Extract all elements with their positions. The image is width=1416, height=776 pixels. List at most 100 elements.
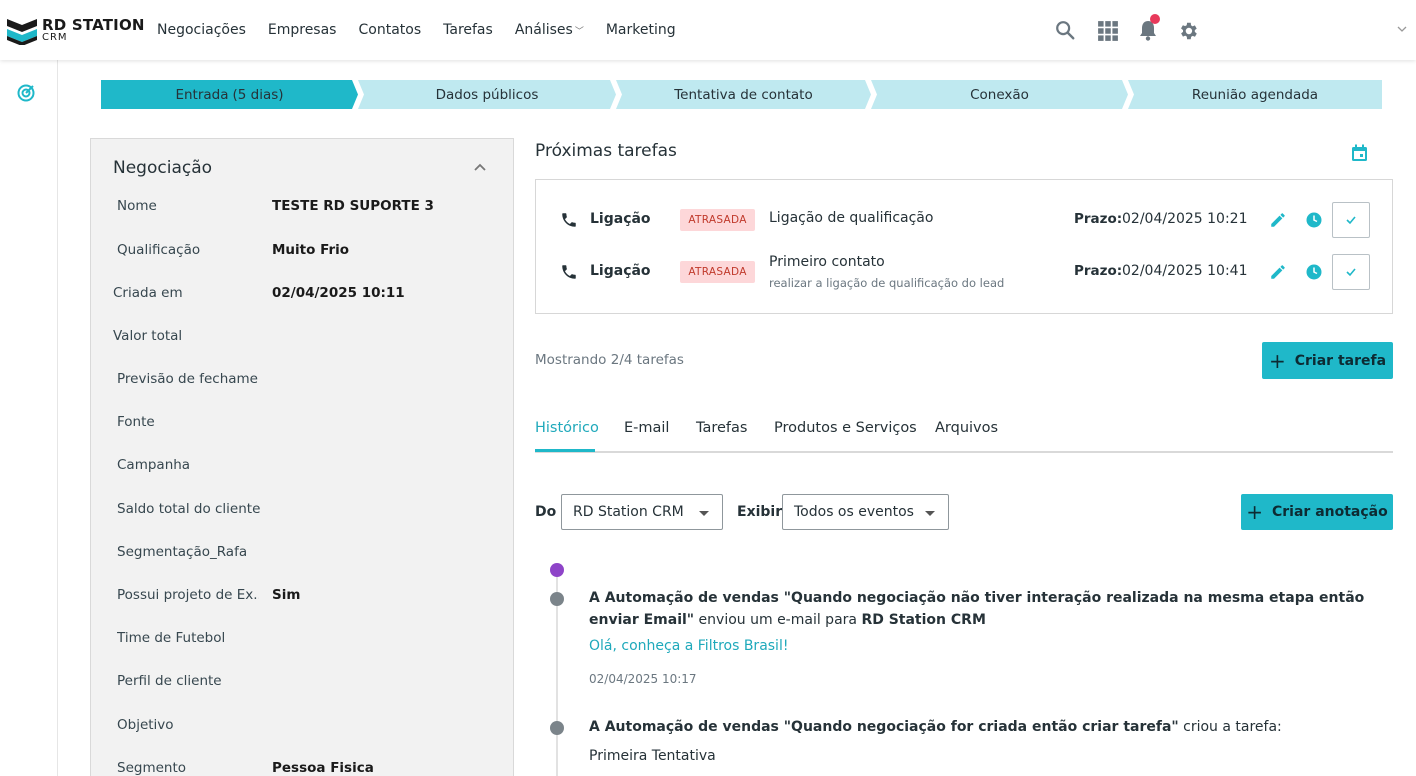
timeline-dot-current [550, 563, 564, 577]
notifications-button[interactable] [1138, 14, 1160, 41]
complete-task-button[interactable] [1332, 254, 1370, 290]
dropdown-arrow-icon [925, 511, 935, 516]
show-filter-label: Exibir [737, 504, 783, 520]
dropdown-arrow-icon [699, 511, 709, 516]
collapse-chevron-icon[interactable] [473, 161, 487, 175]
due-date: 02/04/2025 10:21 [1122, 211, 1248, 227]
from-filter-label: Do [535, 504, 557, 520]
history-recipient: RD Station CRM [861, 612, 986, 628]
tab-produtos-servicos[interactable]: Produtos e Serviços [774, 420, 917, 436]
task-title[interactable]: Ligação de qualificação [769, 210, 933, 226]
chevron-down-icon: ﹀ [574, 27, 584, 37]
field-label: Segmento [117, 760, 187, 776]
panel-title: Negociação [113, 158, 213, 178]
tab-tarefas[interactable]: Tarefas [696, 420, 747, 436]
history-action: criou a tarefa: [1178, 719, 1282, 735]
gear-icon[interactable] [1177, 20, 1199, 42]
due-label: Prazo: [1074, 211, 1123, 227]
tab-historico[interactable]: Histórico [535, 420, 599, 436]
field-label: Objetivo [117, 717, 174, 733]
task-title[interactable]: Primeiro contato [769, 254, 885, 270]
main-menu: Negociações Empresas Contatos Tarefas An… [157, 0, 698, 60]
task-row: Ligação ATRASADA Primeiro contato realiz… [536, 252, 1394, 292]
field-saldo-total: Saldo total do cliente [91, 501, 515, 521]
field-value[interactable]: Sim [272, 587, 300, 603]
phone-icon [562, 265, 576, 279]
nav-tarefas[interactable]: Tarefas [443, 22, 493, 38]
logo-mark-icon [7, 19, 37, 45]
search-icon[interactable] [1054, 19, 1076, 41]
calendar-icon[interactable] [1351, 144, 1368, 162]
tab-email[interactable]: E-mail [624, 420, 669, 436]
brand-product: CRM [42, 32, 68, 43]
stage-entrada[interactable]: Entrada (5 dias) [101, 80, 358, 109]
field-label: Nome [117, 198, 157, 214]
create-note-label: Criar anotação [1272, 504, 1388, 520]
detail-tabs: Histórico E-mail Tarefas Produtos e Serv… [535, 410, 1393, 453]
upcoming-tasks-title: Próximas tarefas [535, 141, 677, 161]
due-label: Prazo: [1074, 263, 1123, 279]
tasks-count-text: Mostrando 2/4 tarefas [535, 352, 684, 368]
nav-analises[interactable]: Análises ﹀ [515, 22, 584, 38]
task-type: Ligação [590, 263, 651, 279]
field-label: Qualificação [117, 242, 201, 258]
tab-arquivos[interactable]: Arquivos [935, 420, 998, 436]
create-task-button[interactable]: + Criar tarefa [1262, 342, 1393, 379]
field-label: Previsão de fechame... [117, 371, 259, 387]
nav-contatos[interactable]: Contatos [358, 22, 421, 38]
clock-icon[interactable] [1305, 263, 1323, 281]
stage-tentativa-de-contato[interactable]: Tentativa de contato [616, 80, 871, 109]
nav-marketing[interactable]: Marketing [606, 22, 676, 38]
from-filter-value: RD Station CRM [573, 504, 684, 520]
pencil-icon[interactable] [1269, 263, 1287, 281]
from-filter-select[interactable]: RD Station CRM [561, 494, 723, 530]
field-label: Saldo total do cliente [117, 501, 261, 517]
field-label: Segmentação_Rafa [117, 544, 248, 560]
upcoming-tasks-list: Ligação ATRASADA Ligação de qualificação… [535, 179, 1393, 314]
task-type: Ligação [590, 211, 651, 227]
clock-icon[interactable] [1305, 211, 1323, 229]
field-value[interactable]: Pessoa Fisica [272, 760, 374, 776]
apps-grid-icon[interactable] [1097, 20, 1119, 42]
field-possui-projeto: Possui projeto de Ex... Sim [91, 587, 515, 607]
field-value: 02/04/2025 10:11 [272, 285, 405, 301]
phone-icon [562, 213, 576, 227]
stage-reuniao-agendada[interactable]: Reunião agendada [1128, 80, 1382, 109]
pencil-icon[interactable] [1269, 211, 1287, 229]
field-fonte: Fonte [91, 414, 515, 434]
history-entry-text: A Automação de vendas "Quando negociação… [589, 587, 1393, 631]
field-segmentacao: Segmentação_Rafa [91, 544, 515, 564]
pipeline-stages: Entrada (5 dias) Dados públicos Tentativ… [101, 80, 1382, 109]
field-label: Valor total [113, 328, 183, 344]
field-perfil-de-cliente: Perfil de cliente [91, 673, 515, 693]
create-note-button[interactable]: + Criar anotação [1241, 494, 1393, 530]
overdue-badge: ATRASADA [680, 209, 755, 231]
stage-days: (5 dias) [232, 86, 284, 103]
stage-label: Tentativa de contato [674, 86, 813, 103]
field-value[interactable]: Muito Frio [272, 242, 349, 258]
stage-dados-publicos[interactable]: Dados públicos [358, 80, 616, 109]
nav-negociacoes[interactable]: Negociações [157, 22, 246, 38]
deal-details-panel: Negociação Nome TESTE RD SUPORTE 3 Quali… [90, 138, 514, 776]
automation-name: A Automação de vendas "Quando negociação… [589, 719, 1179, 735]
field-criada-em: Criada em 02/04/2025 10:11 [91, 285, 515, 305]
account-menu-chevron-icon[interactable] [1396, 22, 1408, 36]
stage-label: Entrada [175, 86, 229, 103]
show-filter-select[interactable]: Todos os eventos [782, 494, 949, 530]
field-previsao-fechamento: Previsão de fechame... [91, 371, 515, 391]
field-label: Possui projeto de Ex... [117, 587, 259, 603]
field-nome: Nome TESTE RD SUPORTE 3 [91, 198, 515, 218]
field-qualificacao: Qualificação Muito Frio [91, 242, 515, 262]
create-task-label: Criar tarefa [1294, 352, 1387, 369]
due-date: 02/04/2025 10:41 [1122, 263, 1248, 279]
left-rail [0, 60, 58, 776]
field-valor-total: Valor total [91, 328, 515, 348]
email-subject-link[interactable]: Olá, conheça a Filtros Brasil! [589, 638, 788, 654]
complete-task-button[interactable] [1332, 202, 1370, 238]
nav-empresas[interactable]: Empresas [268, 22, 337, 38]
rd-station-logo[interactable]: RD STATION CRM [7, 15, 144, 47]
field-value[interactable]: TESTE RD SUPORTE 3 [272, 198, 434, 214]
history-date: 02/04/2025 10:17 [589, 672, 697, 686]
target-icon[interactable] [16, 83, 36, 103]
stage-conexao[interactable]: Conexão [871, 80, 1128, 109]
